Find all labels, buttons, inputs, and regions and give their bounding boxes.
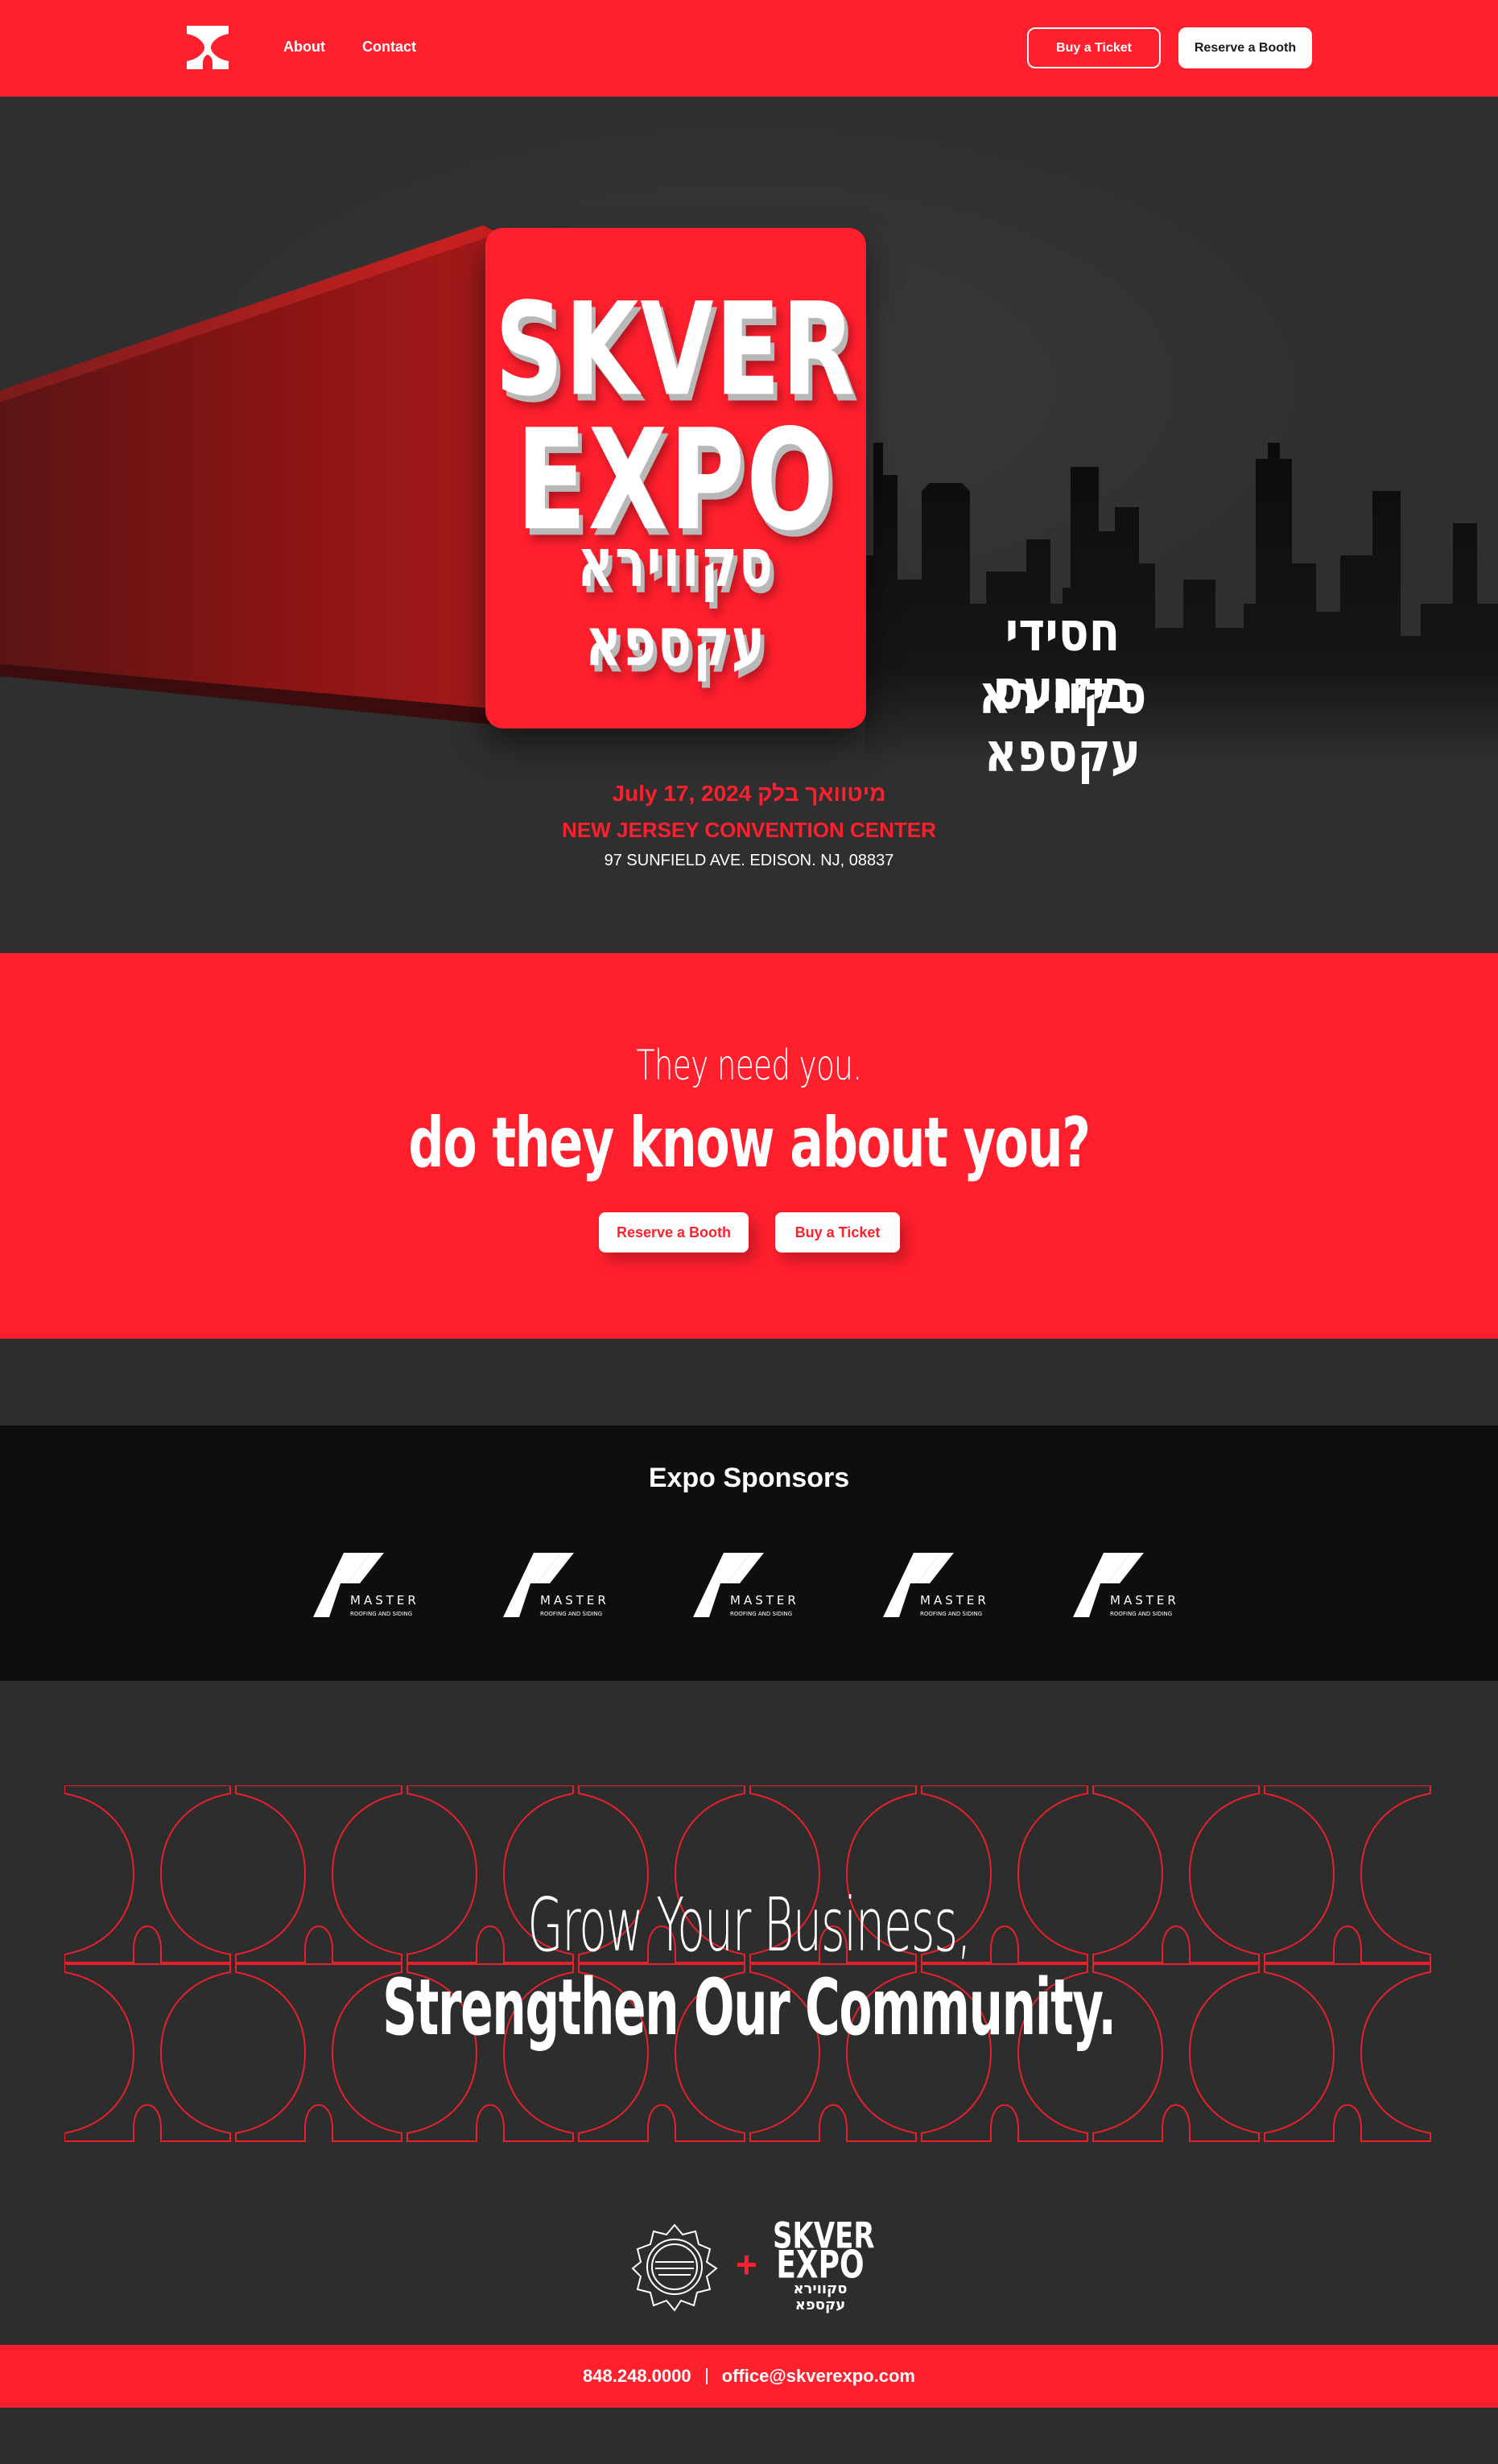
- sponsor-logo[interactable]: MASTER ROOFING AND SIDING: [312, 1553, 428, 1620]
- event-venue: NEW JERSEY CONVENTION CENTER: [562, 818, 936, 842]
- sponsor-name: MASTER: [730, 1593, 799, 1608]
- footer-contact-bar: 848.248.0000 office@skverexpo.com: [0, 2345, 1498, 2408]
- top-nav: About Contact Buy a Ticket Reserve a Boo…: [0, 0, 1498, 97]
- skver-x-logo-icon[interactable]: [187, 26, 229, 69]
- reserve-booth-button[interactable]: Reserve a Booth: [1178, 27, 1312, 68]
- cta-section: They need you. do they know about you? R…: [0, 953, 1498, 1339]
- sponsor-subtitle: ROOFING AND SIDING: [1110, 1611, 1172, 1617]
- box-title-hebrew: סקווירא עקספא: [576, 522, 775, 682]
- community-seal-icon: [631, 2223, 718, 2312]
- community-heading: Strengthen Our Community.: [382, 1963, 1116, 2053]
- event-address: 97 SUNFIELD AVE. EDISON. NJ, 08837: [604, 852, 894, 869]
- sponsor-logo[interactable]: MASTER ROOFING AND SIDING: [501, 1553, 618, 1620]
- hero-hebrew-tagline-2: ביזנעס עקספא: [984, 659, 1141, 785]
- sponsor-subtitle: ROOFING AND SIDING: [920, 1611, 982, 1617]
- sponsors-title: Expo Sponsors: [648, 1463, 850, 1493]
- sponsor-name: MASTER: [540, 1593, 609, 1608]
- sponsor-subtitle: ROOFING AND SIDING: [730, 1611, 792, 1617]
- sponsor-subtitle: ROOFING AND SIDING: [540, 1611, 602, 1617]
- sponsor-name: MASTER: [1110, 1593, 1179, 1608]
- cta-subheading: They need you.: [636, 1042, 862, 1090]
- expo-box-side-face: [0, 225, 499, 724]
- event-date: July 17, 2024 מיטוואך בלק: [612, 781, 886, 806]
- sponsors-section: Expo Sponsors MASTER ROOFING AND SIDING …: [0, 1426, 1498, 1681]
- hero-section: SKVER EXPO סקווירא עקספא חסידי סקווירא ב…: [0, 97, 1498, 953]
- sponsor-logo[interactable]: MASTER ROOFING AND SIDING: [691, 1553, 808, 1620]
- sponsor-logo[interactable]: MASTER ROOFING AND SIDING: [881, 1553, 998, 1620]
- plus-sign: +: [736, 2243, 757, 2285]
- footer-divider: [705, 2368, 708, 2384]
- nav-link-about[interactable]: About: [283, 39, 325, 56]
- sponsor-name: MASTER: [920, 1593, 989, 1608]
- sponsor-name: MASTER: [350, 1593, 419, 1608]
- community-section: Grow Your Business, Strengthen Our Commu…: [0, 1681, 1498, 2345]
- sponsor-logo[interactable]: MASTER ROOFING AND SIDING: [1071, 1553, 1188, 1620]
- expo-box-front-face: SKVER EXPO סקווירא עקספא: [485, 228, 866, 728]
- cta-heading: do they know about you?: [408, 1103, 1091, 1183]
- footer-phone-link[interactable]: 848.248.0000: [583, 2366, 691, 2387]
- cta-reserve-booth-button[interactable]: Reserve a Booth: [599, 1212, 749, 1253]
- bottom-strip: [0, 2408, 1498, 2464]
- nav-link-contact[interactable]: Contact: [362, 39, 416, 56]
- sponsor-subtitle: ROOFING AND SIDING: [350, 1611, 412, 1617]
- footer-email-link[interactable]: office@skverexpo.com: [722, 2366, 915, 2387]
- community-subheading: Grow Your Business,: [527, 1882, 972, 1968]
- skver-expo-mini-logo: SKVER EXPO סקווירא עקספא: [773, 2218, 875, 2313]
- mini-logo-expo: EXPO: [776, 2243, 865, 2287]
- cta-buy-ticket-button[interactable]: Buy a Ticket: [775, 1212, 900, 1253]
- buy-ticket-button[interactable]: Buy a Ticket: [1027, 27, 1161, 68]
